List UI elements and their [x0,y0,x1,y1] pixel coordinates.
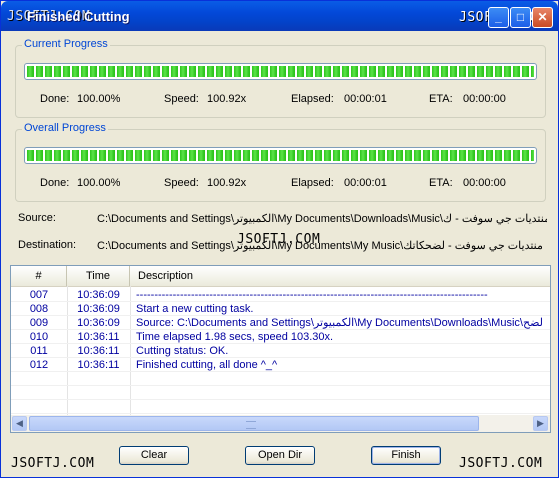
row-divider [11,371,550,372]
table-row[interactable]: 007 10:36:09 -----------------------------… [11,288,550,302]
column-header-time[interactable]: Time [67,266,130,286]
bottom-right-watermark: JSOFTJ.COM [459,456,543,471]
scroll-grip-icon [246,421,256,429]
overall-progress-label: Overall Progress [22,122,108,134]
log-description: Cutting status: OK. [136,345,229,357]
log-number: 008 [29,303,49,315]
current-eta-value: 00:00:00 [463,93,506,105]
current-elapsed-value: 00:00:01 [344,93,387,105]
column-header-description[interactable]: Description [130,266,550,286]
current-done-label: Done: [40,93,70,105]
horizontal-scrollbar[interactable]: ◀ ▶ [11,415,550,432]
minimize-button[interactable]: _ [488,7,509,28]
row-divider [11,301,550,302]
overall-elapsed-value: 00:00:01 [344,177,387,189]
log-time: 10:36:11 [77,345,120,357]
close-icon: ✕ [537,10,548,24]
log-number: 007 [29,289,49,301]
log-number: 012 [29,359,49,371]
log-time: 10:36:11 [77,359,120,371]
table-row[interactable]: 009 10:36:09 Source: C:\Documents and Sett… [11,316,550,330]
log-number: 010 [29,331,49,343]
overall-progress-fill [27,150,534,161]
current-progress-label: Current Progress [22,38,110,50]
current-elapsed-label: Elapsed: [291,93,334,105]
source-label: Source: [18,212,56,224]
clear-button[interactable]: Clear [119,446,189,465]
source-path: C:\Documents and Settings\الكمبيوتر\My D… [97,213,547,225]
finish-button[interactable]: Finish [371,446,441,465]
overall-speed-label: Speed: [164,177,199,189]
overall-done-label: Done: [40,177,70,189]
middle-watermark: JSOFTJ.COM [237,232,321,247]
scroll-right-button[interactable]: ▶ [533,416,548,431]
row-divider [11,315,550,316]
current-progress-bar [24,63,537,80]
row-divider [11,329,550,330]
destination-label: Destination: [18,239,77,251]
overall-done-value: 100.00% [77,177,121,189]
log-time: 10:36:09 [77,303,120,315]
row-divider [11,413,550,414]
minimize-icon: _ [495,10,502,24]
table-row[interactable]: 012 10:36:11 Finished cutting, all done ^_… [11,358,550,372]
log-time: 10:36:11 [77,331,120,343]
maximize-button[interactable]: □ [510,7,531,28]
overall-progress-bar [24,147,537,164]
log-number: 009 [29,317,49,329]
log-description: Finished cutting, all done ^_^ [136,359,278,371]
destination-path: C:\Documents and Settings\الكمبيوتر\My D… [97,240,543,252]
table-row[interactable]: 008 10:36:09 Start a new cutting task. [11,302,550,316]
overall-speed-value: 100.92x [207,177,247,189]
log-time: 10:36:09 [77,317,120,329]
row-divider [11,343,550,344]
title-bar[interactable]: JSOFTJ.COM Finished Cutting JSOFTJ.COM _… [1,1,558,31]
bottom-left-watermark: JSOFTJ.COM [11,456,95,471]
log-number: 011 [30,345,48,357]
scroll-left-button[interactable]: ◀ [12,416,27,431]
row-divider [11,357,550,358]
maximize-icon: □ [516,10,525,24]
open-dir-button[interactable]: Open Dir [245,446,315,465]
table-row[interactable]: 010 10:36:11 Time elapsed 1.98 secs, speed… [11,330,550,344]
current-speed-value: 100.92x [207,93,247,105]
overall-eta-value: 00:00:00 [463,177,506,189]
overall-elapsed-label: Elapsed: [291,177,334,189]
scrollbar-thumb[interactable] [29,416,479,431]
log-description: Source: C:\Documents and Settings\الكمبي… [136,317,546,329]
current-done-value: 100.00% [77,93,121,105]
log-description: Start a new cutting task. [136,303,254,315]
log-header: # Time Description [11,266,550,287]
log-description: Time elapsed 1.98 secs, speed 103.30x. [136,331,334,343]
column-header-number[interactable]: # [11,266,67,286]
current-speed-label: Speed: [164,93,199,105]
window-title: Finished Cutting [27,9,130,24]
log-time: 10:36:09 [77,289,120,301]
current-eta-label: ETA: [429,93,453,105]
scroll-left-icon: ◀ [16,418,23,428]
log-list[interactable]: # Time Description 007 10:36:09 ----------… [10,265,551,433]
cutting-finished-dialog: JSOFTJ.COM Finished Cutting JSOFTJ.COM _… [0,0,559,478]
row-divider [11,385,550,386]
table-row[interactable]: 011 10:36:11 Cutting status: OK. [11,344,550,358]
scroll-right-icon: ▶ [537,418,544,428]
row-divider [11,399,550,400]
current-progress-fill [27,66,534,77]
current-progress-group: Current Progress Done: 100.00% Speed: 10… [15,38,546,118]
log-description: ----------------------------------------… [136,289,488,301]
overall-eta-label: ETA: [429,177,453,189]
overall-progress-group: Overall Progress Done: 100.00% Speed: 10… [15,122,546,202]
close-button[interactable]: ✕ [532,7,553,28]
